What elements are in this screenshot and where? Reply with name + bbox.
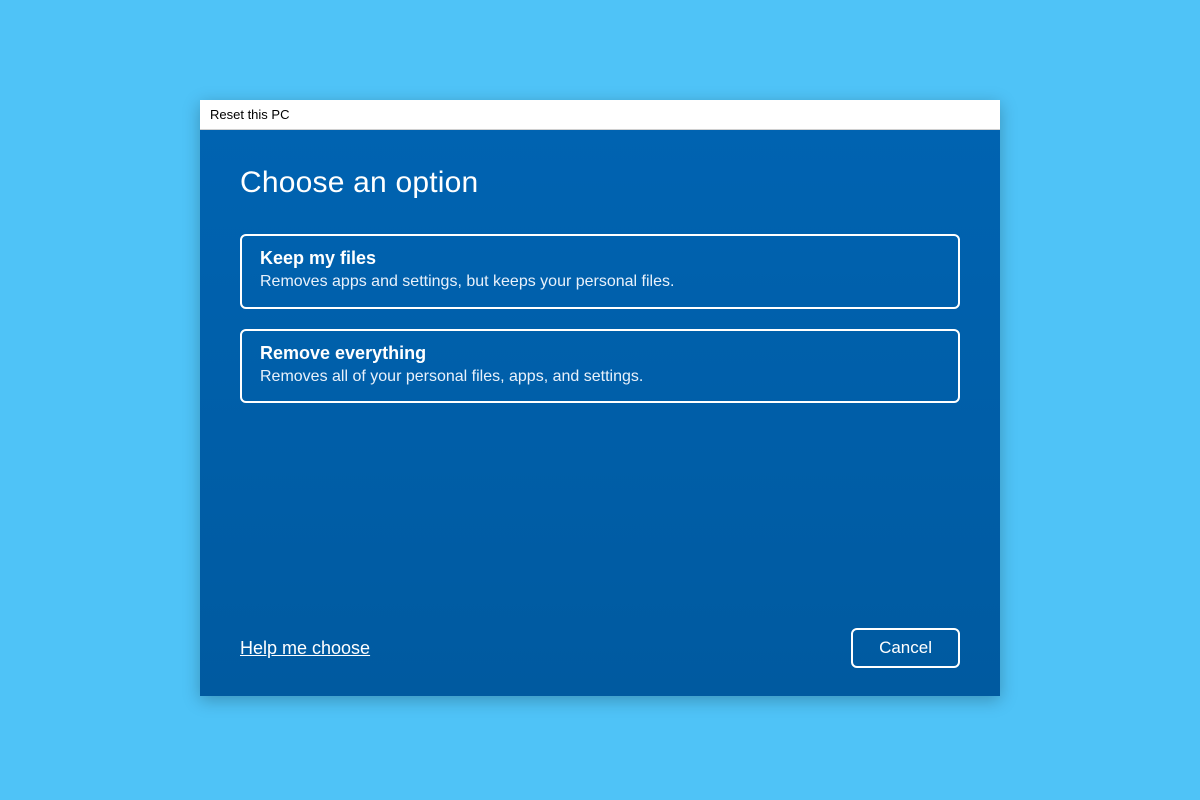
- dialog-footer: Help me choose Cancel: [240, 628, 960, 668]
- reset-pc-dialog: Reset this PC Choose an option Keep my f…: [200, 100, 1000, 696]
- option-remove-everything[interactable]: Remove everything Removes all of your pe…: [240, 329, 960, 404]
- help-me-choose-link[interactable]: Help me choose: [240, 638, 370, 659]
- option-title: Remove everything: [260, 343, 940, 364]
- option-description: Removes all of your personal files, apps…: [260, 366, 940, 388]
- option-title: Keep my files: [260, 248, 940, 269]
- dialog-body: Choose an option Keep my files Removes a…: [200, 130, 1000, 696]
- window-title: Reset this PC: [210, 107, 289, 122]
- cancel-button[interactable]: Cancel: [851, 628, 960, 668]
- option-keep-my-files[interactable]: Keep my files Removes apps and settings,…: [240, 234, 960, 309]
- dialog-heading: Choose an option: [240, 166, 960, 200]
- option-description: Removes apps and settings, but keeps you…: [260, 271, 940, 293]
- title-bar: Reset this PC: [200, 100, 1000, 130]
